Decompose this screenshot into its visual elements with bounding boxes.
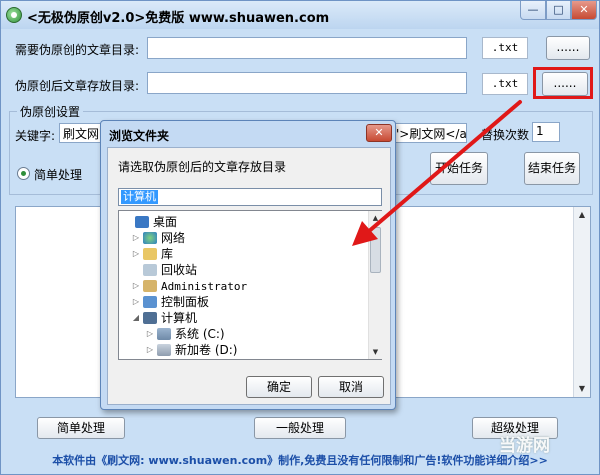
expand-arrow-icon[interactable]: ▷ — [131, 230, 141, 246]
output-dir-input[interactable] — [147, 72, 467, 94]
content-scrollbar[interactable]: ▲ ▼ — [573, 207, 590, 397]
dialog-title: 浏览文件夹 — [109, 129, 170, 143]
drive-d-icon — [157, 344, 171, 356]
expand-arrow-icon[interactable]: ▷ — [145, 342, 155, 358]
expand-arrow-icon[interactable]: ▷ — [131, 294, 141, 310]
network-icon — [143, 232, 157, 244]
stop-task-button[interactable]: 结束任务 — [524, 152, 580, 185]
replace-count-label: 替换次数 — [481, 128, 530, 142]
tree-item-administrator[interactable]: ▷ Administrator — [131, 278, 247, 294]
normal-process-button[interactable]: 一般处理 — [254, 417, 346, 439]
drive-c-icon — [157, 328, 171, 340]
scroll-up-icon[interactable]: ▲ — [574, 207, 590, 223]
expand-arrow-icon[interactable]: ▷ — [131, 246, 141, 262]
minimize-button[interactable]: — — [520, 1, 546, 20]
selected-folder-text: 计算机 — [121, 190, 158, 204]
replace-count-input[interactable]: 1 — [532, 122, 560, 142]
tree-scrollbar[interactable]: ▲ ▼ — [368, 211, 382, 359]
recycle-bin-icon — [143, 264, 157, 276]
tree-item-desktop[interactable]: 桌面 — [123, 214, 177, 230]
tree-item-network[interactable]: ▷ 网络 — [131, 230, 185, 246]
dialog-prompt: 请选取伪原创后的文章存放目录 — [118, 160, 287, 174]
output-dir-label: 伪原创后文章存放目录: — [15, 79, 140, 93]
library-icon — [143, 248, 157, 260]
source-dir-label: 需要伪原创的文章目录: — [15, 43, 140, 57]
browse-folder-dialog: 浏览文件夹 ✕ 请选取伪原创后的文章存放目录 计算机 桌面 ▷ 网络 ▷ 库 回收站… — [100, 120, 396, 410]
close-button[interactable]: ✕ — [571, 1, 597, 20]
maximize-button[interactable]: □ — [546, 1, 571, 20]
source-browse-button[interactable]: ...... — [546, 36, 590, 60]
folder-tree[interactable]: 桌面 ▷ 网络 ▷ 库 回收站 ▷ Administrator ▷ 控制面板 ◢ 计算机 … — [118, 210, 382, 360]
collapse-arrow-icon[interactable]: ◢ — [131, 310, 141, 326]
dialog-close-button[interactable]: ✕ — [366, 124, 392, 142]
expand-arrow-icon[interactable]: ▷ — [131, 278, 141, 294]
output-ext-field: .txt — [482, 73, 528, 95]
expand-arrow-icon[interactable]: ▷ — [145, 326, 155, 342]
tree-item-control-panel[interactable]: ▷ 控制面板 — [131, 294, 209, 310]
selected-folder-field[interactable]: 计算机 — [118, 188, 382, 206]
dialog-cancel-button[interactable]: 取消 — [318, 376, 384, 398]
link-template-input[interactable]: '>刷文网</a> — [393, 123, 467, 143]
source-ext-field: .txt — [482, 37, 528, 59]
dialog-ok-button[interactable]: 确定 — [246, 376, 312, 398]
simple-process-button[interactable]: 简单处理 — [37, 417, 125, 439]
title-bar[interactable]: <无极伪原创v2.0>免费版 www.shuawen.com — □ ✕ — [1, 1, 599, 29]
tree-scroll-up-icon[interactable]: ▲ — [369, 211, 382, 225]
tree-scroll-thumb[interactable] — [370, 227, 381, 273]
tree-item-computer[interactable]: ◢ 计算机 — [131, 310, 197, 326]
tree-item-recycle-bin[interactable]: 回收站 — [131, 262, 197, 278]
tree-item-drive-c[interactable]: ▷ 系统 (C:) — [145, 326, 225, 342]
control-panel-icon — [143, 296, 157, 308]
tree-item-library[interactable]: ▷ 库 — [131, 246, 173, 262]
app-logo-icon — [6, 7, 22, 23]
user-icon — [143, 280, 157, 292]
scroll-down-icon[interactable]: ▼ — [574, 381, 590, 397]
computer-icon — [143, 312, 157, 324]
settings-group-title: 伪原创设置 — [17, 103, 84, 120]
watermark-text: 当游网 — [499, 436, 550, 456]
tree-scroll-down-icon[interactable]: ▼ — [369, 345, 382, 359]
dialog-body: 请选取伪原创后的文章存放目录 计算机 桌面 ▷ 网络 ▷ 库 回收站 ▷ Admini… — [107, 147, 391, 405]
simple-mode-radio[interactable] — [17, 167, 30, 180]
highlight-box — [533, 67, 593, 99]
window-title: <无极伪原创v2.0>免费版 www.shuawen.com — [27, 11, 330, 26]
start-task-button[interactable]: 开始任务 — [430, 152, 488, 185]
source-dir-input[interactable] — [147, 37, 467, 59]
tree-item-drive-d[interactable]: ▷ 新加卷 (D:) — [145, 342, 238, 358]
desktop-icon — [135, 216, 149, 228]
simple-mode-label: 简单处理 — [34, 168, 83, 182]
keyword-label: 关键字: — [15, 129, 56, 143]
